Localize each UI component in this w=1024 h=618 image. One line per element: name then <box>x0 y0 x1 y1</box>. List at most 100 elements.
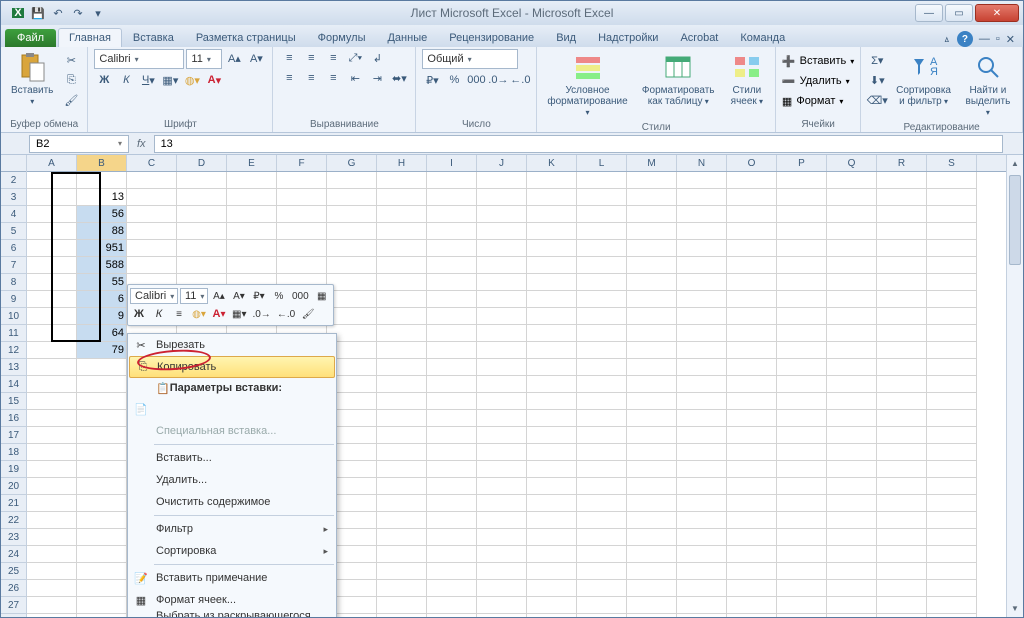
cell-H15[interactable] <box>377 410 427 427</box>
cell-B14[interactable] <box>77 393 127 410</box>
cell-L12[interactable] <box>577 359 627 376</box>
cell-B21[interactable] <box>77 512 127 529</box>
cell-S10[interactable] <box>927 325 977 342</box>
grow-font-icon[interactable]: A▴ <box>224 49 244 67</box>
cell-J7[interactable] <box>477 274 527 291</box>
cell-F3[interactable] <box>277 206 327 223</box>
cell-N4[interactable] <box>677 223 727 240</box>
cell-N8[interactable] <box>677 291 727 308</box>
help-icon[interactable]: ? <box>957 31 973 47</box>
cell-N17[interactable] <box>677 444 727 461</box>
cell-S1[interactable] <box>927 172 977 189</box>
cell-R20[interactable] <box>877 495 927 512</box>
column-header-L[interactable]: L <box>577 155 627 171</box>
indent-icon[interactable]: ⇥ <box>367 69 387 87</box>
cell-F2[interactable] <box>277 189 327 206</box>
cell-R22[interactable] <box>877 529 927 546</box>
cell-I22[interactable] <box>427 529 477 546</box>
scroll-down-icon[interactable]: ▼ <box>1007 600 1023 617</box>
cell-R10[interactable] <box>877 325 927 342</box>
cell-Q21[interactable] <box>827 512 877 529</box>
cell-P26[interactable] <box>777 597 827 614</box>
cell-P19[interactable] <box>777 478 827 495</box>
shrink-font-icon[interactable]: A▾ <box>246 49 266 67</box>
cell-J8[interactable] <box>477 291 527 308</box>
conditional-formatting-button[interactable]: Условное форматирование <box>543 49 631 120</box>
cell-K15[interactable] <box>527 410 577 427</box>
cell-R15[interactable] <box>877 410 927 427</box>
cell-A16[interactable] <box>27 427 77 444</box>
cell-Q10[interactable] <box>827 325 877 342</box>
cell-D6[interactable] <box>177 257 227 274</box>
cell-G2[interactable] <box>327 189 377 206</box>
cell-O8[interactable] <box>727 291 777 308</box>
cell-S25[interactable] <box>927 580 977 597</box>
row-header-9[interactable]: 10 <box>1 308 26 325</box>
cell-H18[interactable] <box>377 461 427 478</box>
cell-G7[interactable] <box>327 274 377 291</box>
cell-S12[interactable] <box>927 359 977 376</box>
cell-R25[interactable] <box>877 580 927 597</box>
cell-L7[interactable] <box>577 274 627 291</box>
cell-D1[interactable] <box>177 172 227 189</box>
mini-borders-icon[interactable]: ▦ <box>313 287 331 305</box>
cell-M2[interactable] <box>627 189 677 206</box>
cell-B25[interactable] <box>77 580 127 597</box>
cell-M13[interactable] <box>627 376 677 393</box>
cell-K22[interactable] <box>527 529 577 546</box>
fill-color-icon[interactable]: ◍▾ <box>182 71 202 89</box>
cell-Q11[interactable] <box>827 342 877 359</box>
cell-K16[interactable] <box>527 427 577 444</box>
cell-H3[interactable] <box>377 206 427 223</box>
insert-cells-button[interactable]: ➕Вставить▾ <box>782 51 854 71</box>
cell-B13[interactable] <box>77 376 127 393</box>
row-header-23[interactable]: 24 <box>1 546 26 563</box>
cell-P23[interactable] <box>777 546 827 563</box>
cell-O13[interactable] <box>727 376 777 393</box>
excel-icon[interactable]: X <box>9 4 27 22</box>
cell-H24[interactable] <box>377 563 427 580</box>
cell-G8[interactable] <box>327 291 377 308</box>
cell-M3[interactable] <box>627 206 677 223</box>
cell-A5[interactable] <box>27 240 77 257</box>
cell-N14[interactable] <box>677 393 727 410</box>
cell-L23[interactable] <box>577 546 627 563</box>
cell-R5[interactable] <box>877 240 927 257</box>
cell-C2[interactable] <box>127 189 177 206</box>
cell-L16[interactable] <box>577 427 627 444</box>
cell-K24[interactable] <box>527 563 577 580</box>
qat-dropdown-icon[interactable]: ▾ <box>89 4 107 22</box>
row-header-2[interactable]: 3 <box>1 189 26 206</box>
cell-H12[interactable] <box>377 359 427 376</box>
cell-N11[interactable] <box>677 342 727 359</box>
cell-A23[interactable] <box>27 546 77 563</box>
cell-J12[interactable] <box>477 359 527 376</box>
align-bottom-icon[interactable]: ≡ <box>323 49 343 67</box>
cell-A27[interactable] <box>27 614 77 617</box>
cell-J24[interactable] <box>477 563 527 580</box>
cell-P2[interactable] <box>777 189 827 206</box>
cell-R2[interactable] <box>877 189 927 206</box>
cell-R14[interactable] <box>877 393 927 410</box>
cell-R18[interactable] <box>877 461 927 478</box>
cell-S5[interactable] <box>927 240 977 257</box>
cell-A9[interactable] <box>27 308 77 325</box>
cell-P12[interactable] <box>777 359 827 376</box>
cell-R27[interactable] <box>877 614 927 617</box>
mini-size-combo[interactable]: 11▾ <box>180 288 208 304</box>
cell-K5[interactable] <box>527 240 577 257</box>
undo-icon[interactable]: ↶ <box>49 4 67 22</box>
cell-I19[interactable] <box>427 478 477 495</box>
cell-P21[interactable] <box>777 512 827 529</box>
cell-B16[interactable] <box>77 427 127 444</box>
cell-K1[interactable] <box>527 172 577 189</box>
cell-B6[interactable]: 588 <box>77 257 127 274</box>
clear-icon[interactable]: ⌫▾ <box>867 91 887 109</box>
cell-P18[interactable] <box>777 461 827 478</box>
cell-J3[interactable] <box>477 206 527 223</box>
cell-A3[interactable] <box>27 206 77 223</box>
cell-N16[interactable] <box>677 427 727 444</box>
cell-H8[interactable] <box>377 291 427 308</box>
cell-I14[interactable] <box>427 393 477 410</box>
orientation-icon[interactable]: ⤢▾ <box>345 49 365 67</box>
